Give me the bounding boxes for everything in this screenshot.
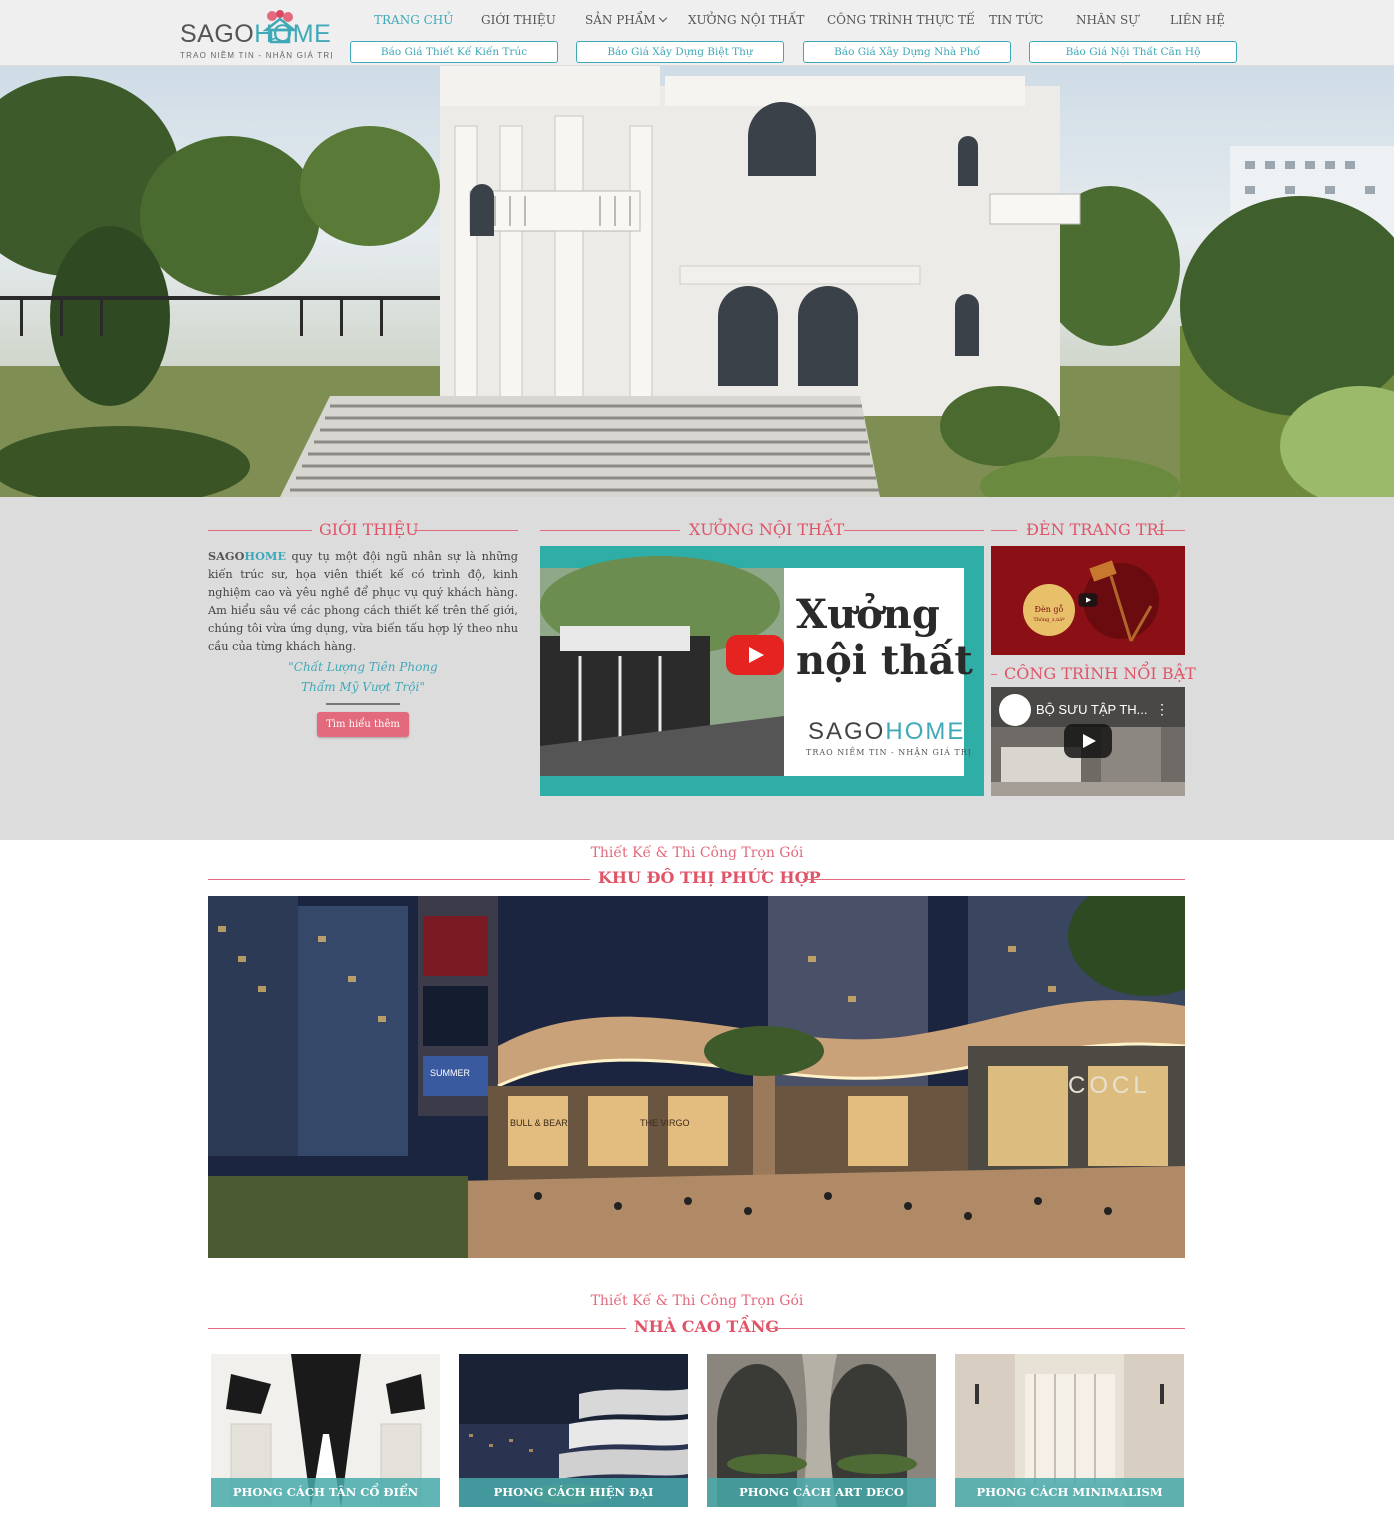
video-title-line-1: Xưởng [796,591,940,638]
intro-body: quy tụ một đội ngũ nhân sự là những kiến… [208,550,518,653]
workshop-heading: XƯỞNG NỘI THẤT [540,520,984,540]
slogan-line-1: "Chất Lượng Tiên Phong [288,660,438,674]
featured-heading: CÔNG TRÌNH NỔI BẬT [991,664,1196,684]
store-sign-1: BULL & BEAR [510,1118,568,1128]
lamps-heading: ĐÈN TRANG TRÍ [991,520,1185,540]
intro-heading-text: GIỚI THIỆU [319,520,419,539]
title-rule-right [803,879,1185,880]
nav-item-about[interactable]: GIỚI THIỆU [481,13,556,27]
intro-brand-b: HOME [244,549,287,563]
urban-title-text: KHU ĐÔ THỊ PHỨC HỢP [598,868,821,887]
workshop-video[interactable]: Xưởng nội thất SAGOHOME TRAO NIỀM TIN - … [540,546,984,796]
nav-item-projects[interactable]: CÔNG TRÌNH THỰC TẾ [827,13,975,27]
heading-rule-right [844,530,984,531]
intro-slogan: "Chất Lượng Tiên Phong Thẩm Mỹ Vượt Trội… [208,657,518,697]
youtube-play-icon[interactable] [726,635,784,675]
chevron-down-icon [658,13,667,23]
card-caption: PHONG CÁCH TÂN CỔ ĐIỂN [211,1478,440,1507]
heading-rule-right [414,530,518,531]
quote-architecture-button[interactable]: Báo Giá Thiết Kế Kiến Trúc [350,41,558,63]
urban-illustration [208,896,1185,1258]
highrise-title-text: NHÀ CAO TẦNG [634,1317,779,1336]
nav-item-staff[interactable]: NHÂN SỰ [1076,13,1138,27]
mall-sign: COCL [1068,1072,1151,1099]
style-card-modern[interactable]: PHONG CÁCH HIỆN ĐẠI [459,1354,688,1507]
featured-heading-text: CÔNG TRÌNH NỔI BẬT [1004,664,1196,683]
slogan-divider [326,703,400,705]
video-brand-b: HOME [885,718,966,745]
featured-video[interactable]: BỘ SƯU TẬP TH... ⋮ [991,687,1185,796]
nav-item-contact[interactable]: LIÊN HỆ [1170,13,1225,27]
logo-tagline: TRAO NIỀM TIN - NHẬN GIÁ TRỊ [180,51,334,60]
billboard-text: SUMMER [430,1068,470,1078]
card-caption: PHONG CÁCH HIỆN ĐẠI [459,1478,688,1507]
quote-townhouse-button[interactable]: Báo Giá Xây Dựng Nhà Phố [803,41,1011,63]
highrise-title: NHÀ CAO TẦNG [208,1317,1185,1339]
play-icon[interactable] [1078,593,1098,607]
play-icon[interactable] [1064,724,1112,758]
quote-villa-button[interactable]: Báo Giá Xây Dựng Biệt Thự [576,41,784,63]
nav-item-products-label: SẢN PHẨM [585,13,656,27]
quote-apartment-interior-button[interactable]: Báo Giá Nội Thất Căn Hộ [1029,41,1237,63]
urban-complex-image: COCL BULL & BEAR THE VIRGO SUMMER [208,896,1185,1258]
intro-brand-a: SAGO [208,549,245,563]
workshop-heading-text: XƯỞNG NỘI THẤT [689,520,845,539]
heading-rule-left [208,530,312,531]
lamps-badge-line-1: Đèn gỗ [1034,605,1064,614]
title-rule-right [766,1328,1185,1329]
nav-item-home[interactable]: TRANG CHỦ [374,13,453,27]
video-brand-logo: SAGOHOME [808,718,965,746]
nav-item-products[interactable]: SẢN PHẨM [585,13,667,27]
video-title-line-2: nội thất [796,637,973,684]
title-rule-left [208,879,590,880]
video-tagline: TRAO NIỀM TIN - NHẬN GIÁ TRỊ [806,748,972,757]
featured-video-title[interactable]: BỘ SƯU TẬP TH... [1036,702,1148,717]
card-caption: PHONG CÁCH MINIMALISM [955,1478,1184,1507]
style-card-minimalism[interactable]: PHONG CÁCH MINIMALISM [955,1354,1184,1507]
style-card-neoclassical[interactable]: PHONG CÁCH TÂN CỔ ĐIỂN [211,1354,440,1507]
main-nav: TRANG CHỦ GIỚI THIỆU SẢN PHẨM XƯỞNG NỘI … [0,13,1394,31]
workshop-video-title: Xưởng nội thất [796,592,973,684]
nav-item-news[interactable]: TIN TỨC [989,13,1043,27]
urban-kicker: Thiết Kế & Thi Công Trọn Gói [590,845,804,861]
lamps-badge: Đèn gỗ Thông_z,nàº [1027,604,1071,626]
hero-illustration [0,66,1394,497]
heading-rule-left [540,530,680,531]
lamps-video[interactable]: Đèn gỗ Thông_z,nàº [991,546,1185,655]
heading-rule-right [1157,530,1185,531]
intro-heading: GIỚI THIỆU [208,520,518,540]
store-sign-2: THE VIRGO [640,1118,690,1128]
channel-avatar[interactable] [999,694,1031,726]
lamps-badge-line-2: Thông_z,nàº [1033,617,1065,623]
highrise-kicker: Thiết Kế & Thi Công Trọn Gói [590,1293,804,1309]
video-brand-a: SAGO [808,718,886,745]
more-options-icon[interactable]: ⋮ [1155,701,1169,718]
heading-rule-left [991,530,1017,531]
hero-villa-image [0,66,1394,497]
urban-title: KHU ĐÔ THỊ PHỨC HỢP [208,868,1185,890]
heading-rule-left [991,674,997,675]
intro-paragraph: SAGOHOME quy tụ một đội ngũ nhân sự là n… [208,547,518,656]
nav-item-workshop[interactable]: XƯỞNG NỘI THẤT [688,13,804,27]
heading-rule-right [1178,674,1185,675]
slogan-line-2: Thẩm Mỹ Vượt Trội" [301,680,425,694]
learn-more-button[interactable]: Tìm hiểu thêm [317,712,409,737]
style-card-art-deco[interactable]: PHONG CÁCH ART DECO [707,1354,936,1507]
site-header: SAGOHOME TRAO NIỀM TIN - NHẬN GIÁ TRỊ TR… [0,0,1394,66]
title-rule-left [208,1328,626,1329]
lamps-heading-text: ĐÈN TRANG TRÍ [1026,520,1165,539]
card-caption: PHONG CÁCH ART DECO [707,1478,936,1507]
